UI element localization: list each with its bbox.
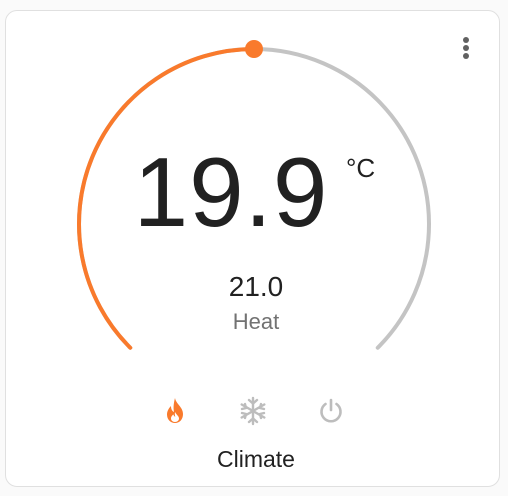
power-icon — [320, 398, 342, 423]
cool-mode-button[interactable] — [237, 395, 269, 427]
off-mode-button[interactable] — [315, 395, 347, 427]
setpoint-handle[interactable] — [245, 40, 263, 58]
target-temperature[interactable]: 21.0 — [156, 271, 356, 303]
snowflake-icon — [240, 396, 266, 426]
temperature-unit: °C — [346, 153, 376, 183]
heat-mode-button[interactable] — [159, 395, 191, 427]
current-temperature: 19.9 — [133, 137, 329, 247]
fire-icon — [167, 398, 183, 423]
hvac-mode-label: Heat — [232, 309, 280, 334]
entity-name: Climate — [217, 446, 295, 472]
thermostat-card: 19.9 °C 21.0 Heat Climate — [5, 10, 500, 487]
